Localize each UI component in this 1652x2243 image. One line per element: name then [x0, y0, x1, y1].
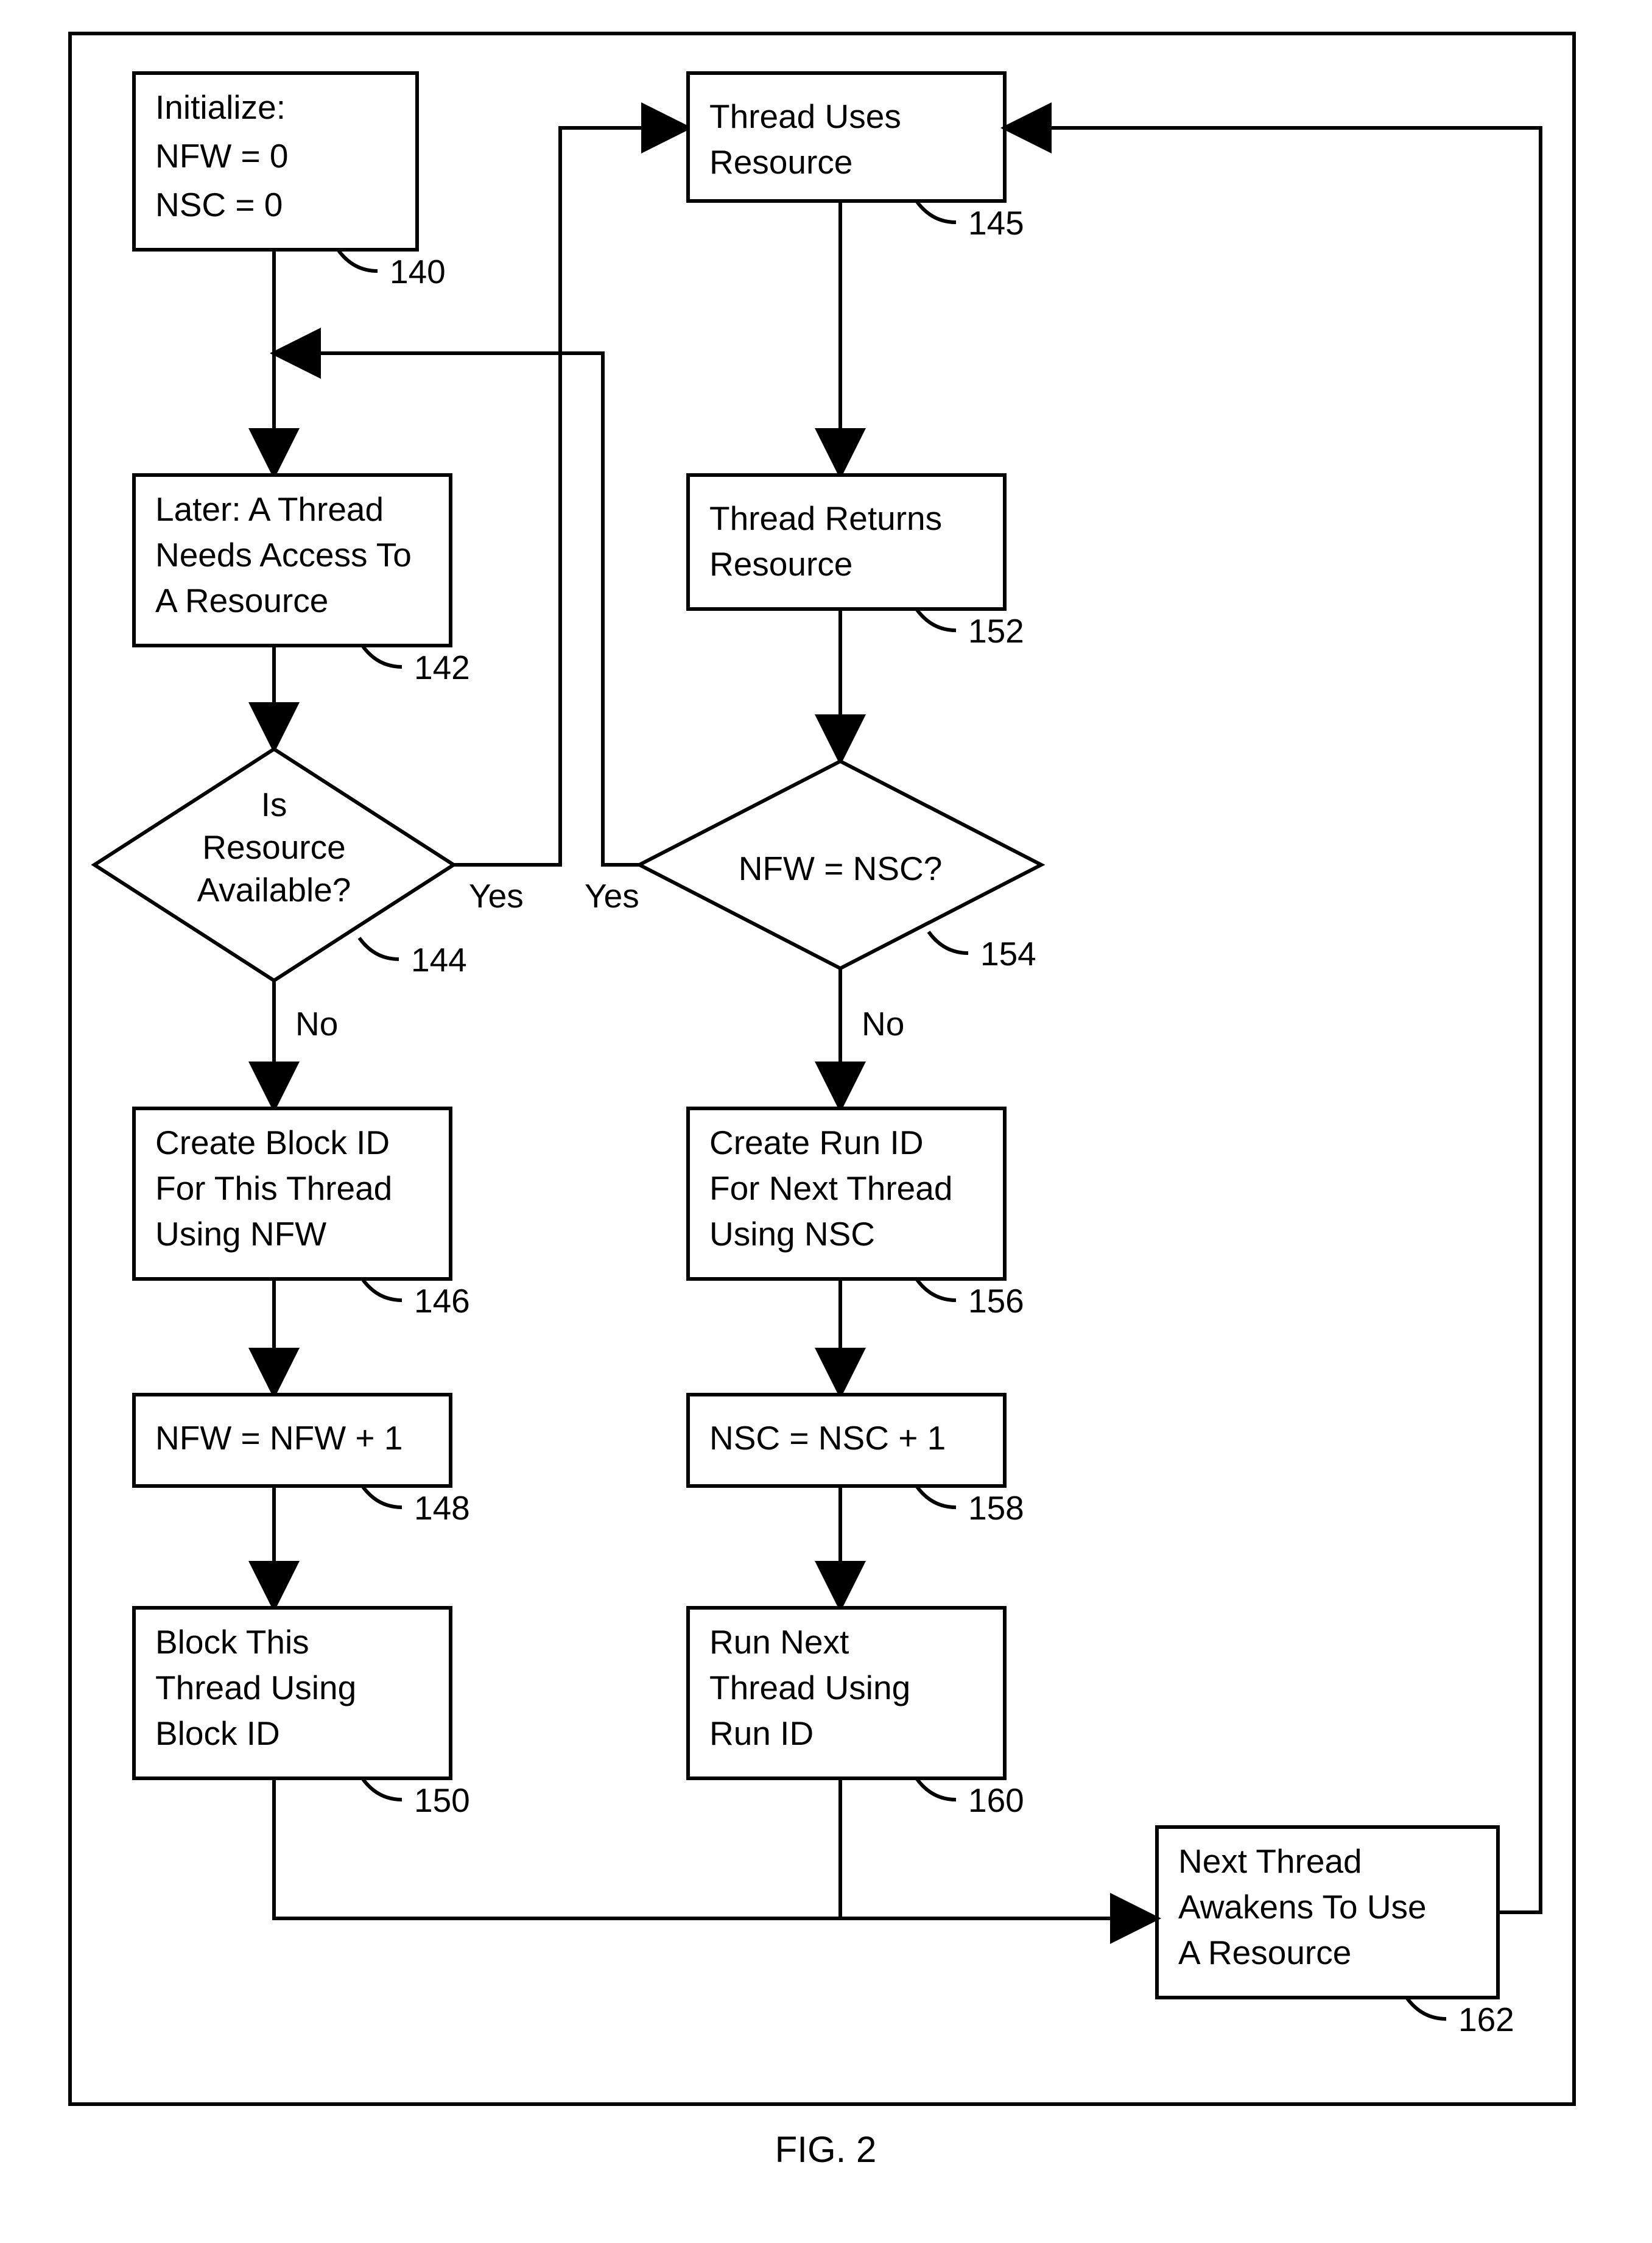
node-text: For This Thread [155, 1169, 392, 1207]
ref-label: 142 [414, 649, 470, 686]
ref-label: 145 [968, 204, 1024, 242]
ref-label: 152 [968, 612, 1024, 650]
node-text: Initialize: [155, 88, 286, 126]
edge-162-145 [1005, 128, 1541, 1912]
node-text: NSC = 0 [155, 186, 283, 224]
node-text: Create Block ID [155, 1124, 390, 1161]
node-create-block-id-146: Create Block ID For This Thread Using NF… [134, 1108, 470, 1320]
node-initialize-140: Initialize: NFW = 0 NSC = 0 140 [134, 73, 446, 290]
node-text: Awakens To Use [1178, 1888, 1427, 1926]
node-text: Next Thread [1178, 1842, 1362, 1880]
edge-label-no: No [295, 1005, 338, 1043]
node-nfw-equals-nsc-154: NFW = NSC? 154 [639, 761, 1041, 973]
node-run-next-thread-160: Run Next Thread Using Run ID 160 [688, 1608, 1024, 1819]
edge-150-160-to-162 [274, 1778, 1157, 1918]
node-text: NSC = NSC + 1 [709, 1419, 946, 1457]
ref-label: 140 [390, 253, 446, 290]
ref-label: 144 [411, 941, 467, 979]
node-resource-available-144: Is Resource Available? 144 [94, 749, 467, 981]
ref-label: 154 [980, 935, 1036, 973]
ref-label: 160 [968, 1781, 1024, 1819]
node-text: Resource [709, 143, 852, 181]
ref-label: 156 [968, 1282, 1024, 1320]
node-text: Needs Access To [155, 536, 412, 574]
node-text: Available? [197, 871, 351, 909]
ref-label: 158 [968, 1489, 1024, 1527]
node-uses-resource-145: Thread Uses Resource 145 [688, 73, 1024, 242]
node-text: NFW = NSC? [739, 850, 943, 887]
node-text: Thread Using [709, 1669, 910, 1706]
ref-label: 148 [414, 1489, 470, 1527]
ref-label: 150 [414, 1781, 470, 1819]
node-text: Run ID [709, 1714, 814, 1752]
node-next-thread-awakens-162: Next Thread Awakens To Use A Resource 16… [1157, 1827, 1514, 2038]
figure-label: FIG. 2 [775, 2129, 877, 2170]
edge-label-yes: Yes [585, 877, 639, 915]
node-block-thread-150: Block This Thread Using Block ID 150 [134, 1608, 470, 1819]
ref-label: 162 [1458, 2001, 1514, 2038]
node-text: NFW = 0 [155, 137, 289, 175]
node-text: Block ID [155, 1714, 280, 1752]
node-text: NFW = NFW + 1 [155, 1419, 402, 1457]
node-nsc-increment-158: NSC = NSC + 1 158 [688, 1395, 1024, 1527]
node-need-access-142: Later: A Thread Needs Access To A Resour… [134, 475, 470, 686]
node-text: A Resource [1178, 1934, 1351, 1971]
node-text: Later: A Thread [155, 490, 384, 528]
node-text: Resource [709, 545, 852, 583]
edge-label-no: No [862, 1005, 904, 1043]
edge-144-145-yes [454, 128, 688, 865]
node-create-run-id-156: Create Run ID For Next Thread Using NSC … [688, 1108, 1024, 1320]
node-text: Using NFW [155, 1215, 326, 1253]
node-text: Thread Using [155, 1669, 356, 1706]
node-text: A Resource [155, 582, 328, 619]
edge-label-yes: Yes [469, 877, 524, 915]
node-text: Thread Returns [709, 499, 942, 537]
node-text: Block This [155, 1623, 309, 1661]
node-text: Run Next [709, 1623, 849, 1661]
node-text: Create Run ID [709, 1124, 924, 1161]
node-text: Is [261, 786, 287, 823]
node-text: For Next Thread [709, 1169, 952, 1207]
node-text: Using NSC [709, 1215, 875, 1253]
node-nfw-increment-148: NFW = NFW + 1 148 [134, 1395, 470, 1527]
ref-label: 146 [414, 1282, 470, 1320]
node-text: Thread Uses [709, 97, 901, 135]
node-text: Resource [202, 828, 345, 866]
node-returns-resource-152: Thread Returns Resource 152 [688, 475, 1024, 650]
